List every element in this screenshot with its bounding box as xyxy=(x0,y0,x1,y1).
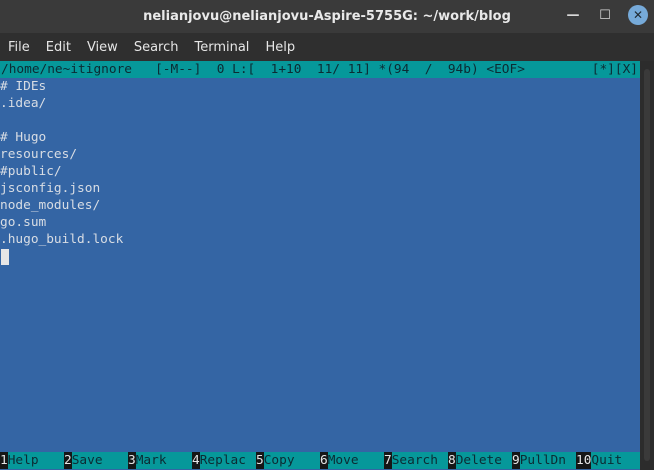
fkey-number: 1 xyxy=(0,452,8,469)
fkey-label: Mark xyxy=(135,452,167,469)
fkey-label: Delete xyxy=(455,452,502,469)
fkey-label: Quit xyxy=(591,452,623,469)
editor-line-4[interactable]: # Hugo xyxy=(0,129,46,146)
window-state-indicator[interactable]: [*][X] xyxy=(592,61,638,78)
menu-view[interactable]: View xyxy=(79,40,126,55)
fkey-copy[interactable]: 5 Copy xyxy=(256,452,320,469)
fkey-label: Replac xyxy=(199,452,246,469)
fkey-help[interactable]: 1 Help xyxy=(0,452,64,469)
editor-line-1[interactable]: # IDEs xyxy=(0,78,46,95)
menu-edit[interactable]: Edit xyxy=(38,40,79,55)
editor-line-8[interactable]: node_modules/ xyxy=(0,197,100,214)
fkey-label: Save xyxy=(71,452,103,469)
fkey-mark[interactable]: 3 Mark xyxy=(128,452,192,469)
fkey-number: 5 xyxy=(256,452,264,469)
function-key-bar: 1 Help 2 Save 3 Mark 4 Replac 5 Copy 6 Move 7S… xyxy=(0,452,640,469)
fkey-save[interactable]: 2 Save xyxy=(64,452,128,469)
menu-file[interactable]: File xyxy=(0,40,38,55)
editor-line-7[interactable]: jsconfig.json xyxy=(0,180,100,197)
menu-terminal[interactable]: Terminal xyxy=(186,40,257,55)
fkey-delete[interactable]: 8 Delete xyxy=(448,452,512,469)
close-icon[interactable]: ✕ xyxy=(628,5,648,25)
editor-line-5[interactable]: resources/ xyxy=(0,146,77,163)
window-title: nelianjovu@nelianjovu-Aspire-5755G: ~/wo… xyxy=(143,9,511,24)
editor-status-line: /home/ne~itignore [-M--] 0 L:[ 1+10 11/ … xyxy=(0,61,640,78)
fkey-replace[interactable]: 4 Replac xyxy=(192,452,256,469)
menu-bar: File Edit View Search Terminal Help xyxy=(0,33,654,61)
fkey-number: 8 xyxy=(448,452,456,469)
fkey-label: Copy xyxy=(263,452,295,469)
editor-line-9[interactable]: go.sum xyxy=(0,214,46,231)
text-cursor xyxy=(1,249,9,265)
fkey-label: PullDn xyxy=(519,452,566,469)
fkey-number: 7 xyxy=(384,452,392,469)
editor-line-2[interactable]: .idea/ xyxy=(0,95,46,112)
fkey-number: 3 xyxy=(128,452,136,469)
terminal-window: nelianjovu@nelianjovu-Aspire-5755G: ~/wo… xyxy=(0,0,654,470)
menu-help[interactable]: Help xyxy=(257,40,303,55)
minimize-icon[interactable]: — xyxy=(564,6,582,24)
fkey-quit[interactable]: 10 Quit xyxy=(576,452,640,469)
fkey-number: 9 xyxy=(512,452,520,469)
file-status: /home/ne~itignore [-M--] 0 L:[ 1+10 11/ … xyxy=(1,62,525,77)
fkey-search[interactable]: 7 Search xyxy=(384,452,448,469)
scrollbar-thumb[interactable] xyxy=(644,69,650,461)
fkey-number: 2 xyxy=(64,452,72,469)
window-controls: — ☐ ✕ xyxy=(564,5,648,25)
fkey-number: 6 xyxy=(320,452,328,469)
terminal-scrollbar[interactable] xyxy=(640,61,654,470)
fkey-label: Help xyxy=(7,452,39,469)
title-bar[interactable]: nelianjovu@nelianjovu-Aspire-5755G: ~/wo… xyxy=(0,0,654,33)
fkey-label: Search xyxy=(391,452,438,469)
editor-area[interactable]: /home/ne~itignore [-M--] 0 L:[ 1+10 11/ … xyxy=(0,61,640,470)
menu-search[interactable]: Search xyxy=(126,40,187,55)
fkey-move[interactable]: 6 Move xyxy=(320,452,384,469)
fkey-label: Move xyxy=(327,452,359,469)
fkey-number: 10 xyxy=(576,452,592,469)
editor-line-10[interactable]: .hugo_build.lock xyxy=(0,231,123,248)
fkey-number: 4 xyxy=(192,452,200,469)
maximize-icon[interactable]: ☐ xyxy=(596,6,614,24)
editor-line-6[interactable]: #public/ xyxy=(0,163,62,180)
fkey-pulldown[interactable]: 9 PullDn xyxy=(512,452,576,469)
